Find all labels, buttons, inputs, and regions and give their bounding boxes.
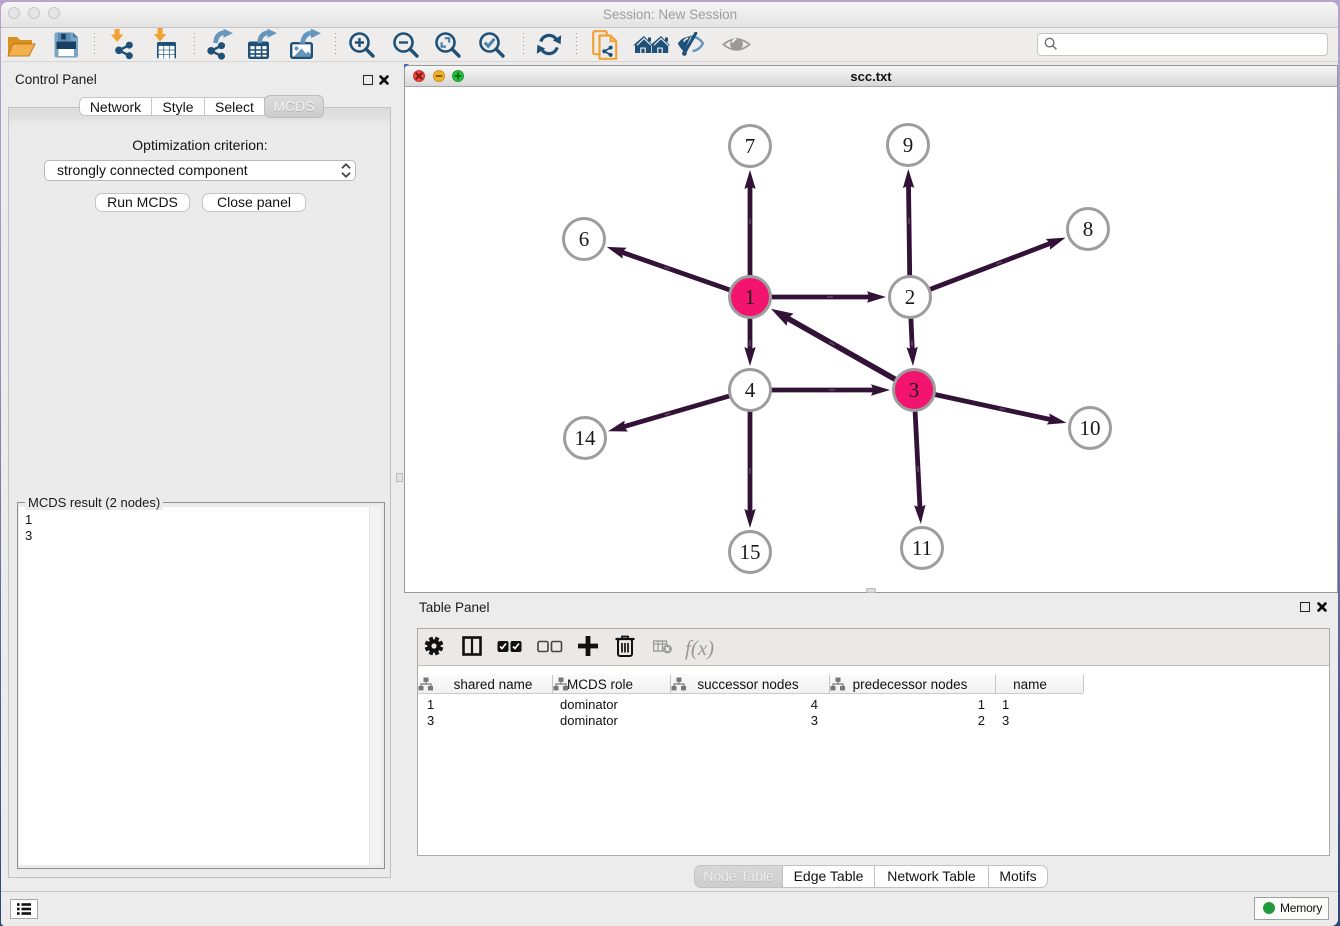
svg-text:2: 2 — [905, 285, 916, 309]
svg-text:9: 9 — [903, 133, 914, 157]
svg-text:6: 6 — [579, 227, 590, 251]
svg-text:8: 8 — [1083, 217, 1094, 241]
svg-text:14: 14 — [575, 426, 597, 450]
svg-text:1: 1 — [745, 285, 756, 309]
svg-text:7: 7 — [745, 134, 756, 158]
svg-text:15: 15 — [740, 540, 761, 564]
svg-text:10: 10 — [1080, 416, 1101, 440]
svg-text:4: 4 — [745, 378, 756, 402]
svg-text:11: 11 — [912, 536, 932, 560]
svg-text:3: 3 — [909, 378, 920, 402]
